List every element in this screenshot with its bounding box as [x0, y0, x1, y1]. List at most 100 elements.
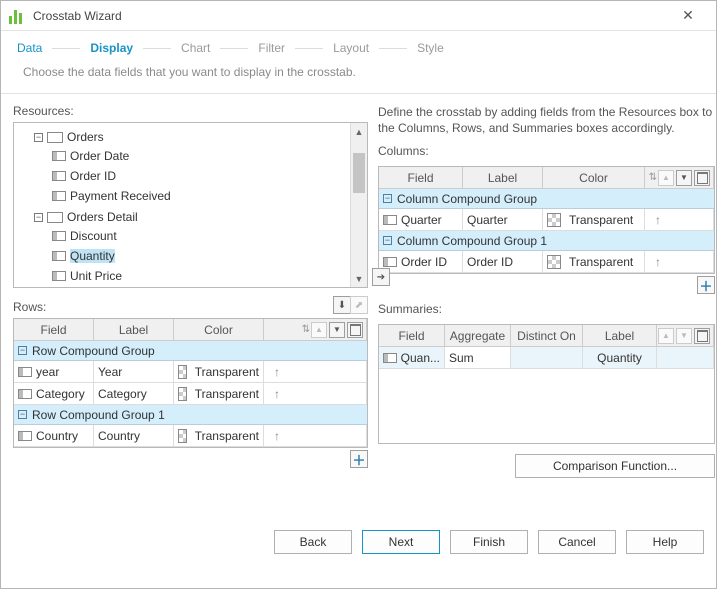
step-layout[interactable]: Layout — [331, 41, 371, 55]
summary-label[interactable]: Quantity — [583, 347, 657, 369]
col-label[interactable]: Label — [583, 325, 657, 347]
color-swatch[interactable] — [547, 255, 561, 269]
col-aggregate[interactable]: Aggregate — [445, 325, 511, 347]
sort-icon[interactable]: ⇅ — [302, 324, 310, 335]
comparison-function-button[interactable]: Comparison Function... — [515, 454, 715, 478]
field-icon — [52, 251, 66, 261]
step-style[interactable]: Style — [415, 41, 446, 55]
row-label[interactable]: Country — [94, 425, 174, 447]
window-title: Crosstab Wizard — [33, 9, 122, 23]
row-field[interactable]: year — [36, 365, 59, 379]
row-field[interactable]: Country — [36, 429, 78, 443]
add-column-group-button[interactable]: ＋ — [697, 276, 715, 294]
resources-label: Resources: — [13, 104, 368, 118]
info-text: Define the crosstab by adding fields fro… — [378, 104, 715, 136]
column-group-header[interactable]: −Column Compound Group — [379, 189, 714, 209]
step-display[interactable]: Display — [88, 41, 135, 55]
color-swatch[interactable] — [178, 365, 187, 379]
summary-field[interactable]: Quan... — [401, 351, 440, 365]
summary-distinct[interactable] — [511, 347, 583, 369]
col-tools: ⇅ — [264, 319, 367, 341]
delete-button[interactable] — [694, 328, 710, 344]
sort-asc-icon[interactable]: ↑ — [649, 213, 661, 227]
finish-button[interactable]: Finish — [450, 530, 528, 554]
row-group-header[interactable]: −Row Compound Group 1 — [14, 405, 367, 425]
collapse-icon[interactable]: − — [34, 213, 43, 222]
close-button[interactable]: ✕ — [668, 2, 708, 30]
tree-leaf-selected[interactable]: Quantity — [70, 249, 115, 263]
tree-leaf[interactable]: Unit Price — [70, 269, 122, 283]
add-row-group-button[interactable]: ＋ — [350, 450, 368, 468]
back-button[interactable]: Back — [274, 530, 352, 554]
col-tools — [657, 325, 714, 347]
columns-label: Columns: — [378, 144, 715, 158]
col-field-val[interactable]: Order ID — [401, 255, 447, 269]
col-field[interactable]: Field — [379, 167, 463, 189]
field-icon — [52, 231, 66, 241]
col-field-val[interactable]: Quarter — [401, 213, 442, 227]
rows-label: Rows: — [13, 300, 46, 314]
step-data[interactable]: Data — [15, 41, 44, 55]
wizard-window: Crosstab Wizard ✕ Data Display Chart Fil… — [0, 0, 717, 589]
tree-leaf[interactable]: Order ID — [70, 169, 116, 183]
cancel-button[interactable]: Cancel — [538, 530, 616, 554]
collapse-icon[interactable]: − — [34, 133, 43, 142]
field-icon — [52, 171, 66, 181]
row-label[interactable]: Category — [94, 383, 174, 405]
col-color[interactable]: Color — [543, 167, 645, 189]
columns-grid[interactable]: Field Label Color ⇅ −Column Compound Gro… — [378, 166, 715, 274]
move-up-button — [311, 322, 327, 338]
rows-grid[interactable]: Field Label Color ⇅ −Row Compound Group … — [13, 318, 368, 448]
tree-node-orders-detail[interactable]: Orders Detail — [67, 210, 138, 224]
help-button[interactable]: Help — [626, 530, 704, 554]
summaries-label: Summaries: — [378, 302, 715, 316]
col-color[interactable]: Color — [174, 319, 264, 341]
row-group-header[interactable]: −Row Compound Group — [14, 341, 367, 361]
titlebar: Crosstab Wizard ✕ — [1, 1, 716, 31]
color-swatch[interactable] — [178, 387, 187, 401]
col-label-val[interactable]: Quarter — [463, 209, 543, 231]
field-icon — [52, 271, 66, 281]
move-up-button — [658, 170, 674, 186]
sort-asc-icon[interactable]: ↑ — [268, 429, 280, 443]
sort-asc-icon[interactable]: ↑ — [649, 255, 661, 269]
color-swatch[interactable] — [547, 213, 561, 227]
col-field[interactable]: Field — [379, 325, 445, 347]
summaries-grid[interactable]: Field Aggregate Distinct On Label Quan..… — [378, 324, 715, 444]
col-label[interactable]: Label — [94, 319, 174, 341]
add-to-right-button[interactable]: ➔ — [372, 268, 390, 286]
field-icon — [52, 191, 66, 201]
step-description: Choose the data fields that you want to … — [1, 61, 716, 94]
col-label[interactable]: Label — [463, 167, 543, 189]
delete-button[interactable] — [347, 322, 363, 338]
tree-node-orders[interactable]: Orders — [67, 130, 104, 144]
col-tools: ⇅ — [645, 167, 714, 189]
col-distinct[interactable]: Distinct On — [511, 325, 583, 347]
tree-leaf[interactable]: Discount — [70, 229, 117, 243]
sort-asc-icon[interactable]: ↑ — [268, 387, 280, 401]
folder-icon — [47, 212, 63, 223]
move-down-button — [676, 328, 692, 344]
move-down-button[interactable] — [329, 322, 345, 338]
add-to-rows-button[interactable]: ⬇ — [333, 296, 351, 314]
color-swatch[interactable] — [178, 429, 187, 443]
col-label-val[interactable]: Order ID — [463, 251, 543, 273]
row-label[interactable]: Year — [94, 361, 174, 383]
delete-button[interactable] — [694, 170, 710, 186]
column-group-header[interactable]: −Column Compound Group 1 — [379, 231, 714, 251]
move-down-button[interactable] — [676, 170, 692, 186]
step-chart[interactable]: Chart — [179, 41, 212, 55]
summary-aggregate[interactable]: Sum — [445, 347, 511, 369]
row-field[interactable]: Category — [36, 387, 85, 401]
tree-leaf[interactable]: Payment Received — [70, 189, 171, 203]
sort-icon[interactable]: ⇅ — [649, 172, 657, 183]
scrollbar-vertical[interactable]: ▲▼ — [350, 123, 367, 287]
remove-from-rows-button: ⬈ — [350, 296, 368, 314]
next-button[interactable]: Next — [362, 530, 440, 554]
col-field[interactable]: Field — [14, 319, 94, 341]
step-filter[interactable]: Filter — [256, 41, 287, 55]
tree-leaf[interactable]: Order Date — [70, 149, 129, 163]
sort-asc-icon[interactable]: ↑ — [268, 365, 280, 379]
app-icon — [9, 8, 25, 24]
resources-tree[interactable]: − Orders Order Date Order ID Payment Rece… — [13, 122, 368, 288]
